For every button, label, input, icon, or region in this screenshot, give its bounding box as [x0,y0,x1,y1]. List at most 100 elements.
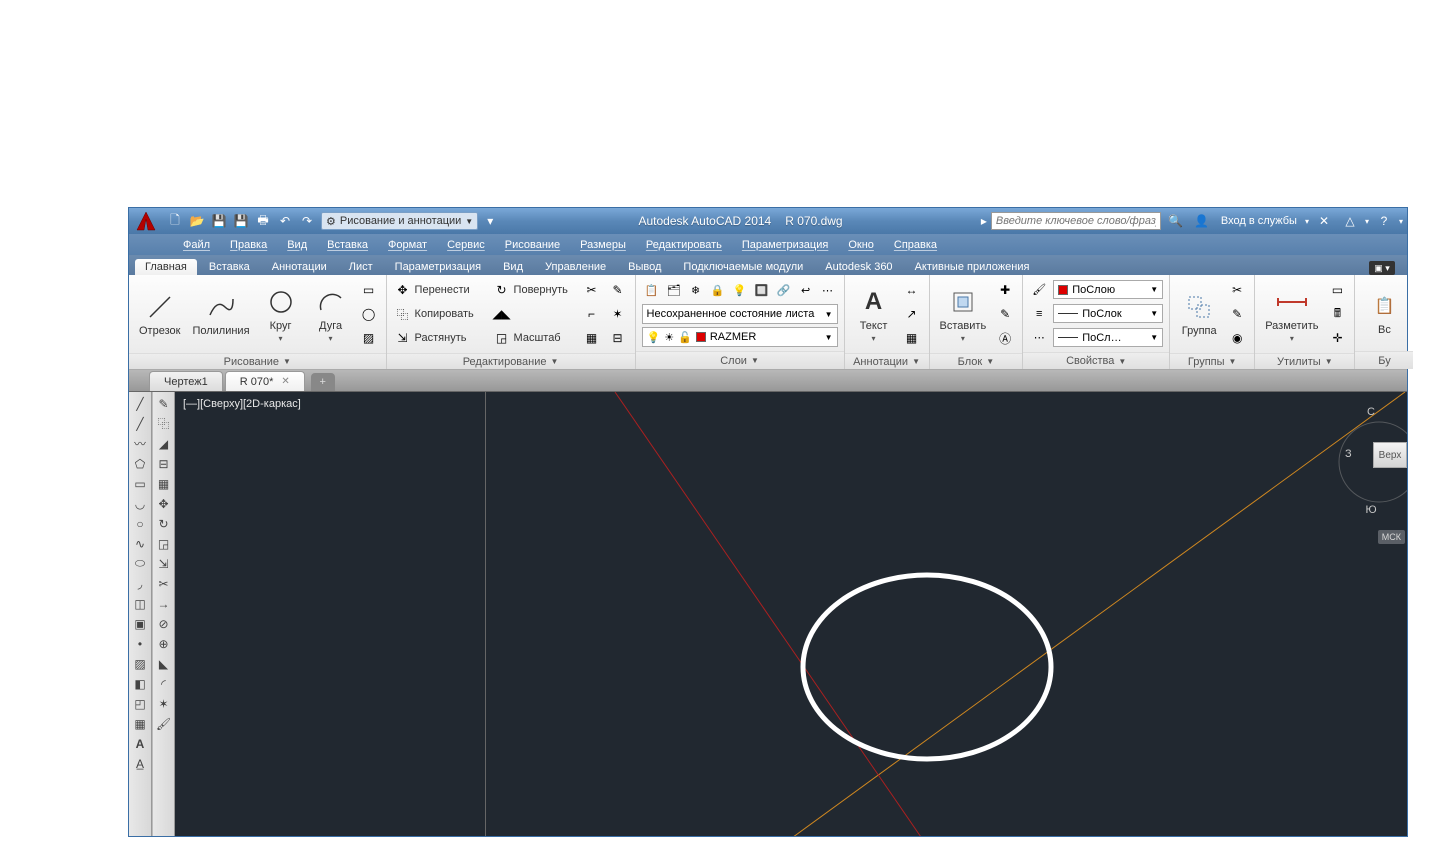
tp-rect-icon[interactable]: ▭ [130,474,150,493]
tp-scale-icon[interactable]: ◲ [154,534,174,553]
tp-break-icon[interactable]: ⊘ [154,614,174,633]
tp-polygon-icon[interactable]: ⬠ [130,454,150,473]
tp-line-icon[interactable]: ╱ [130,394,150,413]
tp-gradient-icon[interactable]: ◧ [130,674,150,693]
layer-states-icon[interactable]: 🗂 [664,280,684,300]
tab-plugins[interactable]: Подключаемые модули [673,259,813,275]
close-icon[interactable]: ✕ [281,376,289,387]
edit-block-icon[interactable]: ✎ [994,303,1016,325]
hatch-icon[interactable]: ▨ [358,327,380,349]
menu-dimension[interactable]: Размеры [570,234,636,255]
tp-elarc-icon[interactable]: ◞ [130,574,150,593]
menu-window[interactable]: Окно [838,234,884,255]
qat-new-icon[interactable]: 🗋 [165,211,185,231]
menu-view[interactable]: Вид [277,234,317,255]
group-sel-icon[interactable]: ◉ [1226,327,1248,349]
tp-copy-icon[interactable]: ⿻ [154,414,174,433]
tp-region-icon[interactable]: ◰ [130,694,150,713]
leader-icon[interactable]: ↗ [901,303,923,325]
qat-dropdown-icon[interactable]: ▾ [480,211,500,231]
menu-service[interactable]: Сервис [437,234,495,255]
layer-more-icon[interactable]: ⋯ [818,280,838,300]
table-icon[interactable]: ▦ [901,327,923,349]
text-button[interactable]: А Текст▾ [851,284,897,345]
qat-undo-icon[interactable]: ↶ [275,211,295,231]
doctab-r070[interactable]: R 070*✕ [225,371,305,391]
measure-button[interactable]: Разметить▾ [1261,284,1322,345]
tp-extend-icon[interactable]: → [154,594,174,613]
menu-insert[interactable]: Вставка [317,234,378,255]
tp-table-icon[interactable]: ▦ [130,714,150,733]
array-icon[interactable]: ▦ [581,327,603,349]
move-button[interactable]: ✥Перенести [393,279,488,301]
ribbon-minimize-btn[interactable]: ▣ ▾ [1369,261,1395,275]
circle-button[interactable]: Круг▾ [258,284,304,345]
lineweight-btn-icon[interactable]: ≡ [1029,304,1049,324]
tp-xline-icon[interactable]: ╱ [130,414,150,433]
current-layer-combo[interactable]: 💡 ☀ 🔓 RAZMER ▼ [642,327,838,347]
tab-express[interactable]: Активные приложения [905,259,1040,275]
menu-modify[interactable]: Редактировать [636,234,732,255]
layer-freeze-icon[interactable]: ❄ [686,280,706,300]
tp-fillet-icon[interactable]: ◜ [154,674,174,693]
connect-icon[interactable]: △ [1339,211,1361,231]
tp-explode-icon[interactable]: ✶ [154,694,174,713]
tp-insert-icon[interactable]: ◫ [130,594,150,613]
menu-draw[interactable]: Рисование [495,234,570,255]
select-icon[interactable]: ▭ [1326,279,1348,301]
tp-erase-icon[interactable]: ✎ [154,394,174,413]
viewcube[interactable]: С З Ю Верх МСК [1335,402,1407,542]
search-input[interactable] [991,212,1161,230]
workspace-selector[interactable]: ⚙ Рисование и аннотации ▼ [321,212,478,230]
copy-button[interactable]: ⿻Копировать [393,303,488,325]
tab-output[interactable]: Вывод [618,259,671,275]
color-combo[interactable]: ПоСлою ▼ [1053,280,1163,299]
qat-save-icon[interactable]: 💾 [209,211,229,231]
tp-pline-icon[interactable]: 〰 [130,434,150,453]
user-icon[interactable]: 👤 [1191,211,1213,231]
tp-rotate-icon[interactable]: ↻ [154,514,174,533]
tp-text-icon[interactable]: A [130,734,150,753]
ungroup-icon[interactable]: ✂ [1226,279,1248,301]
layer-iso-icon[interactable]: 🔲 [752,280,772,300]
erase-icon[interactable]: ✎ [607,279,629,301]
help-icon[interactable]: ? [1373,211,1395,231]
tp-props-icon[interactable]: 🖌 [154,714,174,733]
calc-icon[interactable]: 🖩 [1326,303,1348,325]
viewcube-top[interactable]: Верх [1373,442,1407,468]
tp-arc-icon[interactable]: ◡ [130,494,150,513]
linetype-combo[interactable]: ПоСл… ▼ [1053,328,1163,347]
create-block-icon[interactable]: ✚ [994,279,1016,301]
tab-home[interactable]: Главная [135,259,197,275]
viewcube-south[interactable]: Ю [1365,504,1376,516]
fillet-icon[interactable]: ⌐ [581,303,603,325]
tab-parametric[interactable]: Параметризация [385,259,491,275]
ellipse-icon[interactable]: ◯ [358,303,380,325]
point-icon[interactable]: ✛ [1326,327,1348,349]
arc-button[interactable]: Дуга▾ [308,284,354,345]
qat-redo-icon[interactable]: ↷ [297,211,317,231]
mirror-button[interactable]: ◢◣ [492,303,577,325]
tab-insert[interactable]: Вставка [199,259,260,275]
layer-state-combo[interactable]: Несохраненное состояние листа ▼ [642,304,838,324]
tp-trim-icon[interactable]: ✂ [154,574,174,593]
tab-view[interactable]: Вид [493,259,533,275]
tp-mtext-icon[interactable]: A̲ [130,754,150,773]
paste-button[interactable]: 📋 Вс [1361,288,1407,338]
group-edit-icon[interactable]: ✎ [1226,303,1248,325]
rect-icon[interactable]: ▭ [358,279,380,301]
tp-mirror-icon[interactable]: ◢ [154,434,174,453]
binoculars-icon[interactable]: 🔍 [1165,211,1187,231]
menu-format[interactable]: Формат [378,234,437,255]
tp-chamfer-icon[interactable]: ◣ [154,654,174,673]
tab-a360[interactable]: Autodesk 360 [815,259,902,275]
lineweight-combo[interactable]: ПоСлок ▼ [1053,304,1163,323]
match-props-icon[interactable]: 🖌 [1029,280,1049,300]
menu-parametric[interactable]: Параметризация [732,234,838,255]
qat-open-icon[interactable]: 📂 [187,211,207,231]
tab-annotate[interactable]: Аннотации [262,259,337,275]
tp-circle-icon[interactable]: ○ [130,514,150,533]
tab-manage[interactable]: Управление [535,259,616,275]
trim-icon[interactable]: ✂ [581,279,603,301]
tp-point-icon[interactable]: • [130,634,150,653]
